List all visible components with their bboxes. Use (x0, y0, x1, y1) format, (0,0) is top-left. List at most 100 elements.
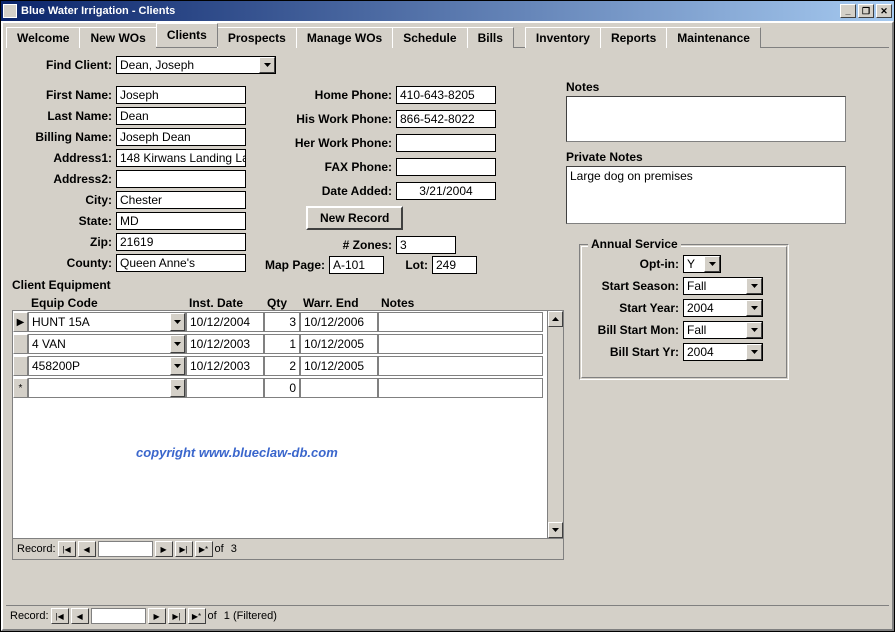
nav-new-icon[interactable]: ▶* (188, 608, 206, 624)
close-button[interactable]: ✕ (876, 4, 892, 18)
notes-cell[interactable] (378, 356, 543, 376)
dropdown-icon[interactable] (746, 344, 762, 360)
dropdown-icon[interactable] (746, 278, 762, 294)
her-work-phone-input[interactable] (396, 134, 496, 152)
nav-current-input[interactable] (98, 541, 153, 557)
equip-code-combo[interactable] (28, 378, 186, 398)
fax-phone-label: FAX Phone: (281, 160, 396, 174)
zones-input[interactable]: 3 (396, 236, 456, 254)
equip-code-combo[interactable]: 458200P (28, 356, 186, 376)
equipment-grid-body: ▶ HUNT 15A 10/12/2004 3 10/12/2006 (13, 311, 563, 538)
county-input[interactable]: Queen Anne's (116, 254, 246, 272)
qty-cell[interactable]: 2 (264, 356, 300, 376)
tab-inventory[interactable]: Inventory (525, 27, 601, 48)
city-input[interactable]: Chester (116, 191, 246, 209)
equip-code-combo[interactable]: HUNT 15A (28, 312, 186, 332)
zip-label: Zip: (26, 235, 116, 249)
notes-cell[interactable] (378, 334, 543, 354)
find-client-combo[interactable]: Dean, Joseph (116, 56, 276, 74)
tab-prospects[interactable]: Prospects (217, 27, 297, 48)
dropdown-icon[interactable] (170, 357, 185, 375)
restore-button[interactable]: ❐ (858, 4, 874, 18)
billing-name-input[interactable]: Joseph Dean (116, 128, 246, 146)
tab-maintenance[interactable]: Maintenance (666, 27, 761, 48)
zip-input[interactable]: 21619 (116, 233, 246, 251)
qty-cell[interactable]: 3 (264, 312, 300, 332)
minimize-button[interactable]: _ (840, 4, 856, 18)
address2-label: Address2: (26, 172, 116, 186)
nav-first-icon[interactable]: |◀ (58, 541, 76, 557)
nav-new-icon[interactable]: ▶* (195, 541, 213, 557)
bill-start-mon-combo[interactable]: Fall (683, 321, 763, 339)
new-record-button[interactable]: New Record (306, 206, 403, 230)
notes-textarea[interactable] (566, 96, 846, 142)
tab-content: Find Client: Dean, Joseph First Name: Jo… (6, 50, 889, 626)
bill-start-yr-combo[interactable]: 2004 (683, 343, 763, 361)
start-season-combo[interactable]: Fall (683, 277, 763, 295)
map-page-input[interactable]: A-101 (329, 256, 384, 274)
nav-next-icon[interactable]: ▶ (148, 608, 166, 624)
qty-cell[interactable]: 0 (264, 378, 300, 398)
home-phone-input[interactable]: 410-643-8205 (396, 86, 496, 104)
first-name-input[interactable]: Joseph (116, 86, 246, 104)
tab-clients[interactable]: Clients (156, 23, 218, 47)
row-selector-icon[interactable]: ▶ (13, 312, 28, 332)
tab-bills[interactable]: Bills (467, 27, 514, 48)
equipment-row[interactable]: 458200P 10/12/2003 2 10/12/2005 (13, 355, 563, 377)
scroll-down-icon[interactable] (548, 522, 563, 538)
inst-date-cell[interactable] (186, 378, 264, 398)
inst-date-cell[interactable]: 10/12/2004 (186, 312, 264, 332)
copyright-text: copyright www.blueclaw-db.com (136, 445, 338, 460)
tab-manage-wos[interactable]: Manage WOs (296, 27, 393, 48)
notes-cell[interactable] (378, 312, 543, 332)
scroll-up-icon[interactable] (548, 311, 563, 327)
tab-schedule[interactable]: Schedule (392, 27, 467, 48)
last-name-input[interactable]: Dean (116, 107, 246, 125)
dropdown-icon[interactable] (170, 313, 185, 331)
address2-input[interactable] (116, 170, 246, 188)
equipment-row[interactable]: ▶ HUNT 15A 10/12/2004 3 10/12/2006 (13, 311, 563, 333)
nav-first-icon[interactable]: |◀ (51, 608, 69, 624)
warr-end-cell[interactable]: 10/12/2005 (300, 334, 378, 354)
his-work-phone-input[interactable]: 866-542-8022 (396, 110, 496, 128)
dropdown-icon[interactable] (704, 256, 720, 272)
nav-next-icon[interactable]: ▶ (155, 541, 173, 557)
inst-date-cell[interactable]: 10/12/2003 (186, 356, 264, 376)
tab-new-wos[interactable]: New WOs (79, 27, 156, 48)
date-added-input[interactable]: 3/21/2004 (396, 182, 496, 200)
opt-in-combo[interactable]: Y (683, 255, 721, 273)
tab-reports[interactable]: Reports (600, 27, 667, 48)
row-selector-icon[interactable] (13, 356, 28, 376)
address1-input[interactable]: 148 Kirwans Landing Lane (116, 149, 246, 167)
dropdown-icon[interactable] (170, 335, 185, 353)
dropdown-icon[interactable] (170, 379, 185, 397)
dropdown-icon[interactable] (259, 57, 275, 73)
of-label: of (215, 543, 224, 555)
tab-welcome[interactable]: Welcome (6, 27, 80, 48)
dropdown-icon[interactable] (746, 300, 762, 316)
state-input[interactable]: MD (116, 212, 246, 230)
nav-prev-icon[interactable]: ◀ (71, 608, 89, 624)
new-row-icon[interactable]: * (13, 378, 28, 398)
nav-last-icon[interactable]: ▶| (175, 541, 193, 557)
equip-code-combo[interactable]: 4 VAN (28, 334, 186, 354)
nav-prev-icon[interactable]: ◀ (78, 541, 96, 557)
row-selector-icon[interactable] (13, 334, 28, 354)
warr-end-cell[interactable]: 10/12/2005 (300, 356, 378, 376)
lot-input[interactable]: 249 (432, 256, 477, 274)
grid-scrollbar[interactable] (547, 311, 563, 538)
of-label: of (208, 610, 217, 622)
inst-date-cell[interactable]: 10/12/2003 (186, 334, 264, 354)
warr-end-cell[interactable] (300, 378, 378, 398)
equipment-row[interactable]: 4 VAN 10/12/2003 1 10/12/2005 (13, 333, 563, 355)
qty-cell[interactable]: 1 (264, 334, 300, 354)
warr-end-cell[interactable]: 10/12/2006 (300, 312, 378, 332)
dropdown-icon[interactable] (746, 322, 762, 338)
fax-phone-input[interactable] (396, 158, 496, 176)
private-notes-textarea[interactable]: Large dog on premises (566, 166, 846, 224)
equipment-row-new[interactable]: * 0 (13, 377, 563, 399)
notes-cell[interactable] (378, 378, 543, 398)
nav-current-input[interactable] (91, 608, 146, 624)
start-year-combo[interactable]: 2004 (683, 299, 763, 317)
nav-last-icon[interactable]: ▶| (168, 608, 186, 624)
